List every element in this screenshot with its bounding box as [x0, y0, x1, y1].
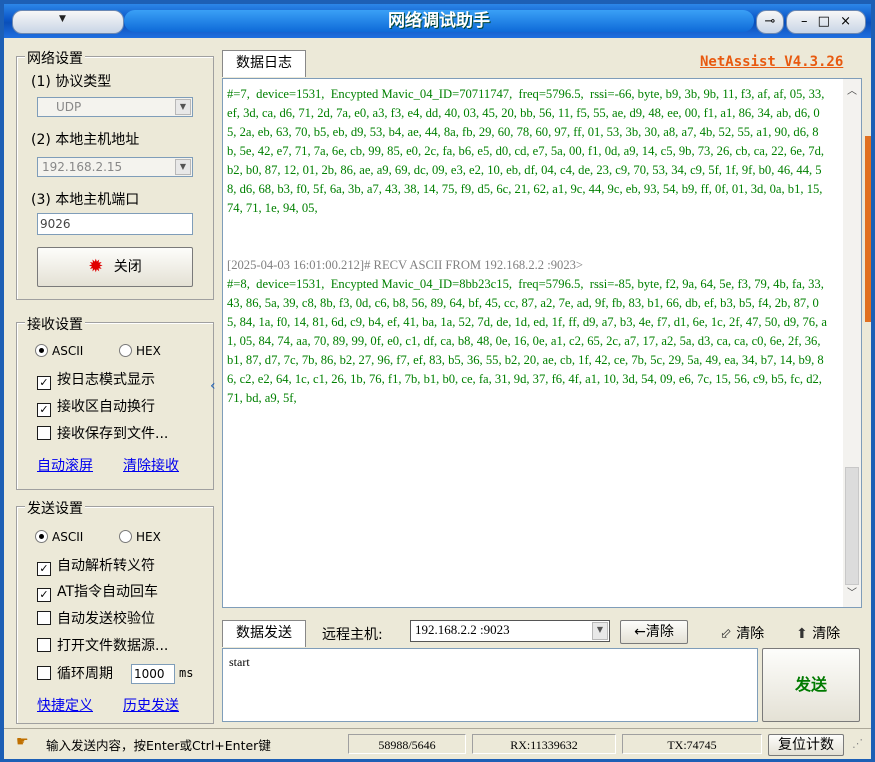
port-label: (3) 本地主机端口 — [31, 192, 140, 208]
status-bar: ☛ 输入发送内容，按Enter或Ctrl+Enter键 58988/5646 R… — [4, 728, 871, 759]
chevron-down-icon[interactable]: ▼ — [175, 99, 191, 115]
chevron-down-icon[interactable]: ▼ — [175, 159, 191, 175]
protocol-label: (1) 协议类型 — [31, 74, 112, 90]
clear-receive-history[interactable]: ⬆ 清除 — [796, 623, 840, 643]
send-input[interactable]: start — [222, 648, 758, 722]
host-value: 192.168.2.15 — [42, 160, 123, 174]
scroll-thumb[interactable] — [845, 467, 859, 585]
chevron-down-icon: ▼ — [59, 14, 66, 24]
host-label: (2) 本地主机地址 — [31, 132, 140, 148]
status-counts: 58988/5646 — [348, 734, 466, 754]
arrow-left-icon: ← — [634, 624, 646, 640]
log-block-1: #=7, device=1531, Encypted Mavic_04_ID=7… — [227, 87, 828, 215]
resize-grip-icon[interactable]: ⋰ — [852, 737, 863, 750]
pin-icon: ⊸ — [764, 14, 776, 29]
tab-data-log[interactable]: 数据日志 — [222, 50, 306, 77]
checksum-checkbox[interactable]: 自动发送校验位 — [37, 610, 155, 628]
close-connection-button[interactable]: ✹ 关闭 — [37, 247, 193, 287]
maximize-button[interactable]: □ — [818, 14, 830, 29]
network-settings-group: 网络设置 (1) 协议类型 UDP ▼ (2) 本地主机地址 192.168.2… — [16, 48, 214, 300]
loop-checkbox[interactable]: 循环周期 — [37, 665, 113, 683]
chevron-left-icon: ‹ — [210, 378, 216, 394]
save-to-file-checkbox[interactable]: 接收保存到文件... — [37, 425, 168, 443]
scroll-up-icon[interactable]: ︿ — [843, 83, 861, 101]
history-link[interactable]: 历史发送 — [123, 695, 179, 715]
clear-receive-link[interactable]: 清除接收 — [123, 455, 179, 475]
panel-collapse-handle[interactable]: ‹ — [210, 326, 218, 456]
recv-hex-radio[interactable]: HEX — [119, 343, 161, 359]
app-window: ▼ 网络调试助手 ⊸ – □ × 网络设置 (1) 协议类型 UDP ▼ (2)… — [0, 0, 875, 762]
escape-checkbox[interactable]: ✓ 自动解析转义符 — [37, 557, 155, 576]
close-window-button[interactable]: × — [840, 14, 851, 29]
send-settings-title: 发送设置 — [25, 498, 85, 518]
send-ascii-radio[interactable]: ASCII — [35, 529, 83, 545]
rx-count: RX:11339632 — [472, 734, 616, 754]
chevron-down-icon[interactable]: ▼ — [592, 622, 608, 640]
status-hint: 输入发送内容，按Enter或Ctrl+Enter键 — [46, 738, 271, 753]
accent-bar — [865, 136, 871, 322]
receive-settings-group: 接收设置 ASCII HEX ✓ 按日志模式显示 ✓ 接收区自动换行 接收保存到文件… — [16, 314, 214, 490]
log-text: #=7, device=1531, Encypted Mavic_04_ID=7… — [227, 85, 827, 408]
arrow-down-left-icon: ⬃ — [720, 626, 732, 642]
loop-period-input[interactable]: 1000 — [131, 664, 175, 684]
remote-host-select[interactable]: 192.168.2.2 :9023 ▼ — [410, 620, 610, 642]
tx-count: TX:74745 — [622, 734, 762, 754]
close-connection-label: 关闭 — [113, 259, 142, 275]
file-source-checkbox[interactable]: 打开文件数据源... — [37, 637, 168, 655]
pin-button[interactable]: ⊸ — [756, 10, 784, 34]
remote-host-label: 远程主机: — [322, 627, 383, 643]
log-block-2: #=8, device=1531, Encypted Mavic_04_ID=8… — [227, 277, 828, 405]
shortcut-link[interactable]: 快捷定义 — [37, 695, 93, 715]
reset-count-button[interactable]: 复位计数 — [768, 734, 844, 756]
network-settings-title: 网络设置 — [25, 48, 85, 68]
send-settings-group: 发送设置 ASCII HEX ✓ 自动解析转义符 ✓ AT指令自动回车 自动发送校验… — [16, 498, 214, 724]
log-scrollbar[interactable]: ︿ ﹀ — [843, 79, 861, 607]
red-light-icon: ✹ — [88, 256, 104, 277]
remote-host-value: 192.168.2.2 :9023 — [415, 622, 510, 637]
window-controls: – □ × — [786, 10, 866, 34]
port-input[interactable]: 9026 — [37, 213, 193, 235]
recv-ascii-radio[interactable]: ASCII — [35, 343, 83, 359]
title-bar: ▼ 网络调试助手 ⊸ – □ × — [4, 4, 871, 38]
host-select[interactable]: 192.168.2.15 ▼ — [37, 157, 193, 177]
send-button[interactable]: 发送 — [762, 648, 860, 722]
auto-scroll-link[interactable]: 自动滚屏 — [37, 455, 93, 475]
arrow-up-icon: ⬆ — [796, 626, 808, 642]
scroll-down-icon[interactable]: ﹀ — [843, 585, 861, 603]
loop-unit: ms — [179, 666, 194, 680]
clear-send-button[interactable]: ←清除 — [620, 620, 688, 644]
clear-send-history[interactable]: ⬃ 清除 — [720, 623, 764, 643]
log-area[interactable]: #=7, device=1531, Encypted Mavic_04_ID=7… — [222, 78, 862, 608]
hand-icon: ☛ — [16, 734, 29, 750]
minimize-button[interactable]: – — [801, 14, 808, 29]
system-menu-button[interactable]: ▼ — [12, 10, 124, 34]
at-return-checkbox[interactable]: ✓ AT指令自动回车 — [37, 583, 158, 602]
log-mode-checkbox[interactable]: ✓ 按日志模式显示 — [37, 371, 155, 390]
version-link[interactable]: NetAssist V4.3.26 — [700, 54, 843, 70]
protocol-select[interactable]: UDP ▼ — [37, 97, 193, 117]
protocol-value: UDP — [56, 100, 82, 114]
log-header-2: [2025-04-03 16:01:00.212]# RECV ASCII FR… — [227, 258, 584, 272]
send-hex-radio[interactable]: HEX — [119, 529, 161, 545]
receive-settings-title: 接收设置 — [25, 314, 85, 334]
auto-wrap-checkbox[interactable]: ✓ 接收区自动换行 — [37, 398, 155, 417]
tab-data-send[interactable]: 数据发送 — [222, 620, 306, 647]
window-title: 网络调试助手 — [124, 10, 754, 32]
